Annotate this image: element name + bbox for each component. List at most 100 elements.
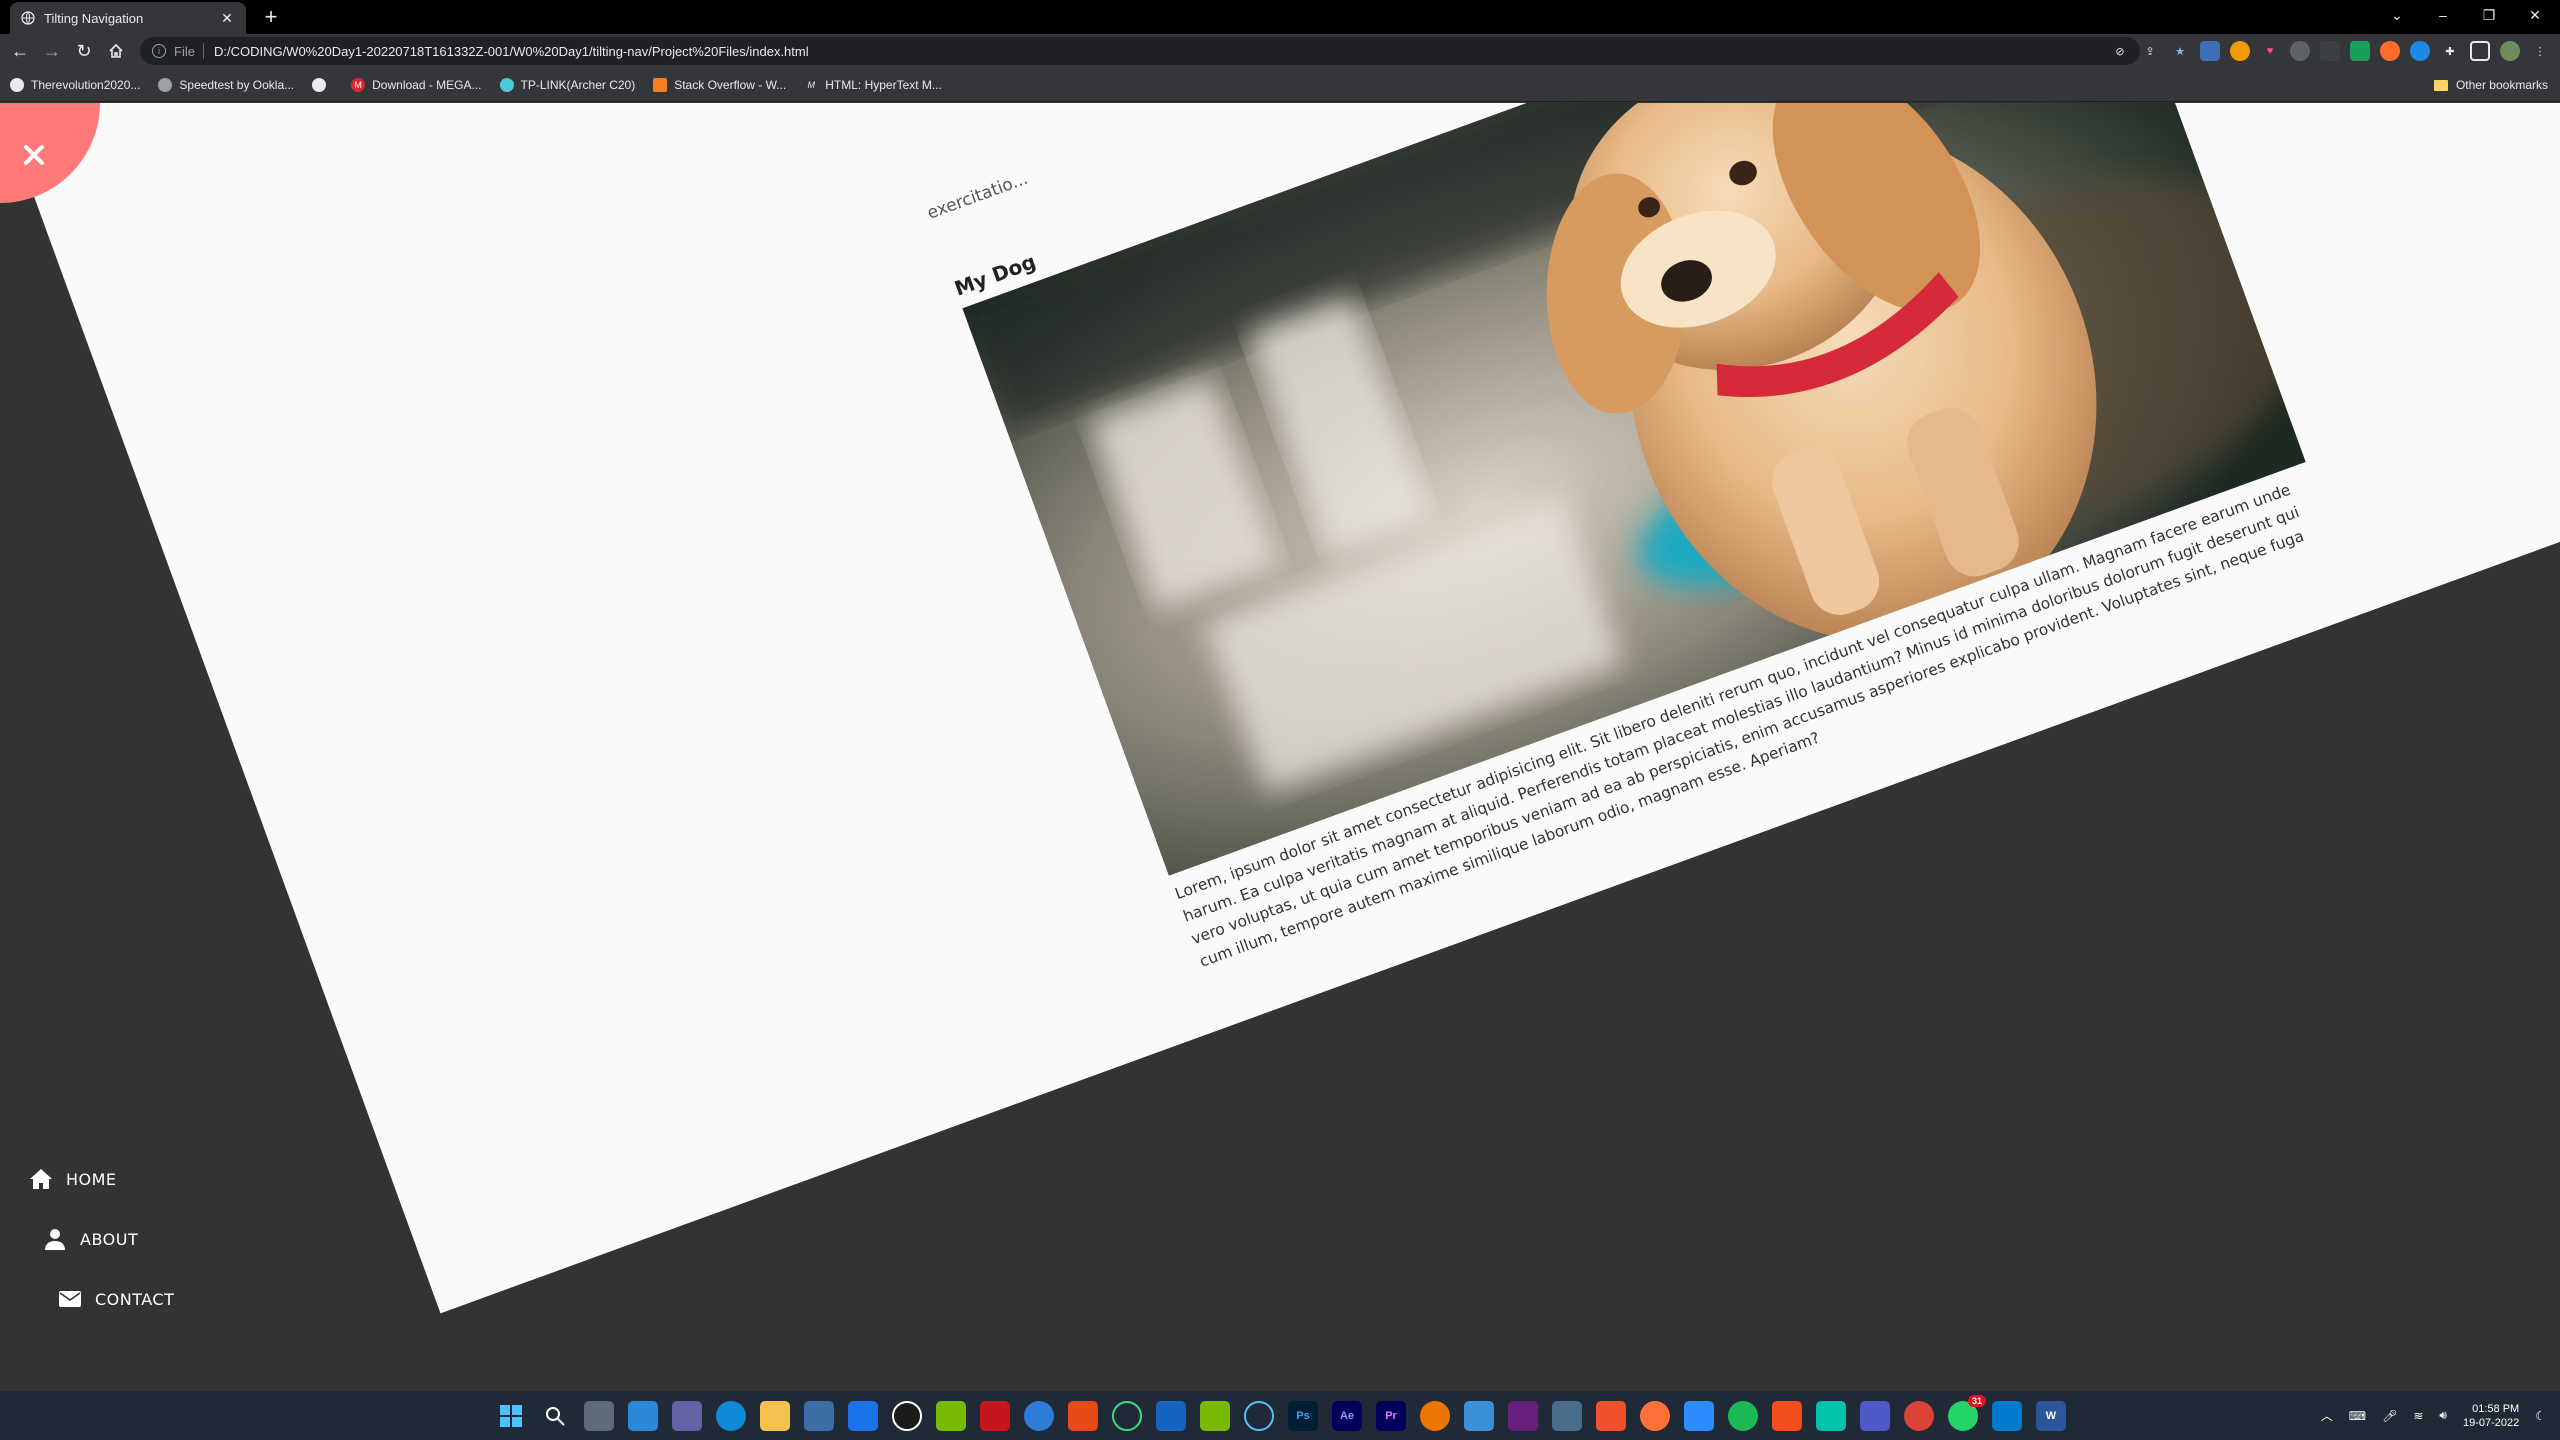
store-icon[interactable] — [804, 1401, 834, 1431]
teams-icon[interactable] — [1860, 1401, 1890, 1431]
office-icon[interactable] — [1068, 1401, 1098, 1431]
reload-icon[interactable]: ↻ — [70, 38, 98, 64]
close-tab-icon[interactable]: ✕ — [218, 9, 236, 27]
blender-icon[interactable] — [1420, 1401, 1450, 1431]
app-icon[interactable] — [1464, 1401, 1494, 1431]
new-tab-button[interactable]: + — [258, 4, 284, 30]
obs-icon[interactable] — [892, 1401, 922, 1431]
article: exercitatio... My Dog Lorem, ipsum dolor… — [925, 103, 2341, 974]
eye-off-icon[interactable]: ⊘ — [2110, 41, 2130, 61]
bookmark-label: TP-LINK(Archer C20) — [520, 77, 636, 92]
bookmark-item[interactable]: Speedtest by Ookla... — [158, 77, 295, 92]
puzzle-icon[interactable]: ✚ — [2440, 41, 2460, 61]
git-icon[interactable] — [1596, 1401, 1626, 1431]
task-view-icon[interactable] — [584, 1401, 614, 1431]
extension-icon[interactable] — [2380, 41, 2400, 61]
visual-studio-icon[interactable] — [1508, 1401, 1538, 1431]
whatsapp-icon[interactable]: 31 — [1948, 1395, 1986, 1431]
volume-icon[interactable]: 🔊︎ — [2439, 1408, 2447, 1423]
page-viewport: exercitatio... My Dog Lorem, ipsum dolor… — [0, 103, 2560, 1391]
close-icon[interactable] — [18, 139, 50, 171]
network-icon[interactable] — [1552, 1401, 1582, 1431]
close-window-button[interactable]: ✕ — [2512, 0, 2558, 30]
clock[interactable]: 01:58 PM 19-07-2022 — [2463, 1402, 2519, 1430]
folder-icon — [2433, 79, 2448, 91]
vscode-icon[interactable] — [1992, 1401, 2022, 1431]
tab-title: Tilting Navigation — [44, 10, 144, 26]
extension-icon[interactable] — [2410, 41, 2430, 61]
other-bookmarks[interactable]: Other bookmarks — [2433, 68, 2548, 102]
nav-item-contact[interactable]: CONTACT — [57, 1287, 174, 1311]
extension-icon[interactable] — [2290, 41, 2310, 61]
browser-tab[interactable]: Tilting Navigation ✕ — [10, 2, 246, 34]
restore-button[interactable]: ❐ — [2466, 0, 2512, 30]
envelope-icon — [57, 1287, 83, 1311]
bookmark-item[interactable]: Therevolution2020... — [10, 77, 140, 92]
info-icon[interactable]: i — [152, 44, 166, 58]
home-button-icon[interactable] — [102, 38, 130, 64]
chrome-icon[interactable] — [1904, 1401, 1934, 1431]
wifi-icon[interactable]: ≋ — [2413, 1409, 2423, 1423]
spotify-icon[interactable] — [1728, 1401, 1758, 1431]
upwork-icon[interactable] — [1112, 1401, 1142, 1431]
avatar[interactable] — [2500, 41, 2520, 61]
chevron-up-icon[interactable]: ︿ — [2321, 1407, 2333, 1424]
address-bar[interactable]: i File D:/CODING/W0%20Day1-20220718T1613… — [140, 37, 2140, 65]
file-explorer-icon[interactable] — [760, 1401, 790, 1431]
bookmark-label: HTML: HyperText M... — [825, 77, 942, 92]
bookmark-item[interactable]: TP-LINK(Archer C20) — [499, 77, 636, 92]
bookmark-item[interactable]: M Download - MEGA... — [351, 77, 482, 92]
widgets-icon[interactable] — [628, 1401, 658, 1431]
after-effects-icon[interactable]: Ae — [1332, 1401, 1362, 1431]
bookmark-icon — [158, 77, 173, 92]
nav-label: HOME — [66, 1169, 117, 1189]
mega-icon: M — [351, 77, 366, 92]
nav-item-home[interactable]: HOME — [28, 1167, 117, 1191]
notification-icon[interactable]: ☾ — [2535, 1409, 2546, 1423]
sidebar-icon[interactable] — [2470, 41, 2490, 61]
extension-icon[interactable] — [2320, 41, 2340, 61]
extension-icon[interactable] — [2200, 41, 2220, 61]
cortana-icon[interactable] — [1244, 1401, 1274, 1431]
bookmark-label: Stack Overflow - W... — [674, 77, 787, 92]
menu-icon[interactable]: ⋮ — [2530, 41, 2550, 61]
nav-item-about[interactable]: ABOUT — [42, 1227, 138, 1251]
photoshop-icon[interactable]: Ps — [1288, 1401, 1318, 1431]
app-icon[interactable] — [980, 1401, 1010, 1431]
teams-chat-icon[interactable] — [672, 1401, 702, 1431]
taskbar-apps: Ps Ae Pr 31 W — [496, 1395, 2066, 1431]
keyboard-icon[interactable]: ⌨ — [2349, 1409, 2366, 1423]
defender-icon[interactable] — [1156, 1401, 1186, 1431]
nvidia-icon[interactable] — [936, 1401, 966, 1431]
bookmark-item[interactable]: M HTML: HyperText M... — [804, 77, 942, 92]
mail-icon[interactable] — [848, 1401, 878, 1431]
app-icon[interactable] — [1816, 1401, 1846, 1431]
windows-start-icon[interactable] — [496, 1401, 526, 1431]
edge-icon[interactable] — [716, 1401, 746, 1431]
bookmark-item[interactable]: Stack Overflow - W... — [653, 77, 787, 92]
star-icon[interactable]: ★ — [2170, 41, 2190, 61]
heart-icon[interactable]: ♥ — [2260, 41, 2280, 61]
bookmark-label: Speedtest by Ookla... — [179, 77, 295, 92]
tplink-icon — [499, 77, 514, 92]
bookmark-item[interactable] — [312, 77, 333, 92]
extension-icon[interactable] — [2230, 41, 2250, 61]
figma-icon[interactable] — [1772, 1401, 1802, 1431]
share-icon[interactable]: ⇪ — [2140, 41, 2160, 61]
search-icon[interactable] — [540, 1401, 570, 1431]
url-text[interactable]: D:/CODING/W0%20Day1-20220718T161332Z-001… — [214, 44, 809, 59]
minimize-button[interactable]: – — [2420, 0, 2466, 30]
microphone-icon[interactable]: 🎤︎ — [2382, 1409, 2397, 1423]
postman-icon[interactable] — [1640, 1401, 1670, 1431]
zoom-icon[interactable] — [1684, 1401, 1714, 1431]
app-icon[interactable] — [1024, 1401, 1054, 1431]
word-icon[interactable]: W — [2036, 1401, 2066, 1431]
forward-icon[interactable]: → — [38, 38, 66, 64]
geforce-icon[interactable] — [1200, 1401, 1230, 1431]
grammarly-icon[interactable] — [2350, 41, 2370, 61]
date: 19-07-2022 — [2462, 1416, 2520, 1429]
premiere-icon[interactable]: Pr — [1376, 1401, 1406, 1431]
back-icon[interactable]: ← — [6, 38, 34, 64]
tab-search-icon[interactable]: ⌄ — [2374, 0, 2420, 30]
globe-icon — [20, 10, 36, 26]
